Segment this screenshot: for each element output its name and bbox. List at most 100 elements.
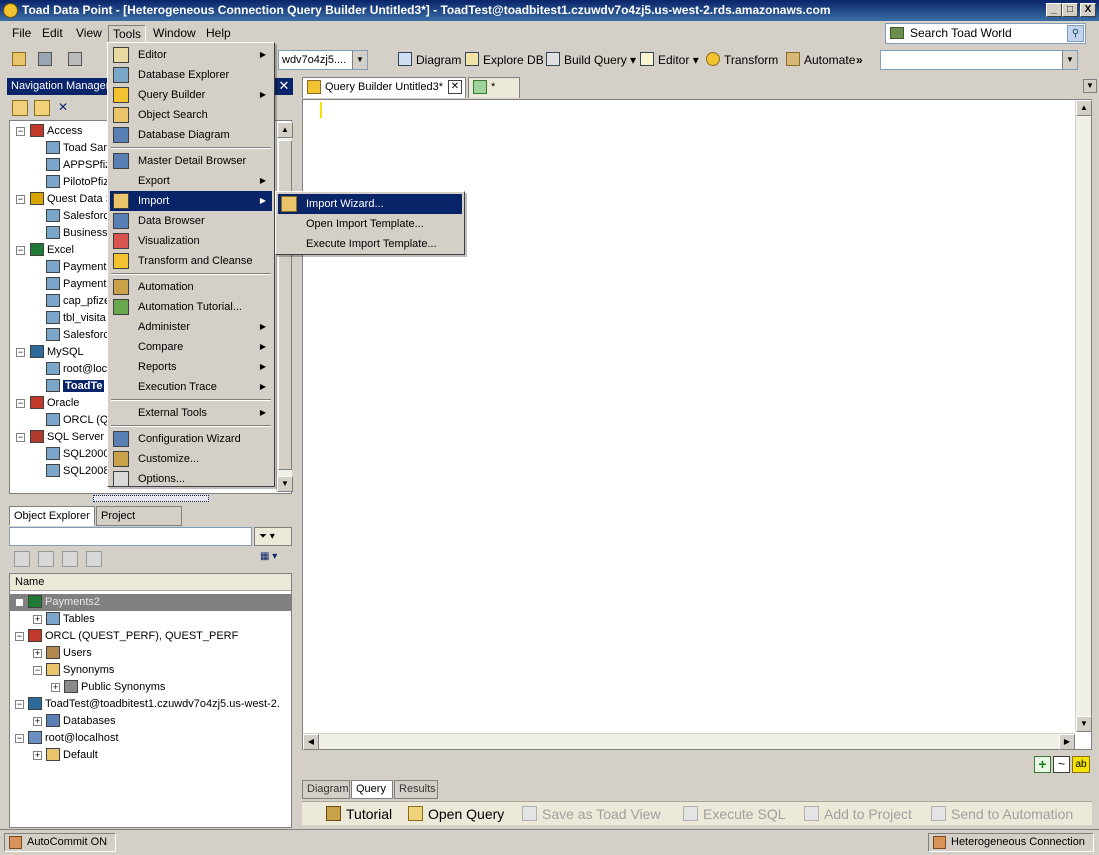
menu-item-automation-tutorial[interactable]: Automation Tutorial... [110, 297, 272, 317]
scroll-down-icon[interactable]: ▼ [277, 476, 293, 492]
submenu-item-open-import-template[interactable]: Open Import Template... [278, 214, 462, 234]
tutorial-button[interactable]: Tutorial [326, 804, 392, 824]
close-tab-icon[interactable]: ✕ [448, 80, 462, 94]
object-node[interactable]: − ORCL (QUEST_PERF), QUEST_PERF [15, 628, 238, 645]
tree-group[interactable]: − Access [16, 123, 82, 140]
tab-list-icon[interactable]: ▼ [1083, 79, 1097, 93]
menu-view[interactable]: View [72, 25, 106, 43]
tab-query-builder-untitled3[interactable]: Query Builder Untitled3* ✕ [302, 77, 466, 98]
filter-icon[interactable]: ⏷ ▾ [254, 527, 292, 546]
expand-icon[interactable]: + [33, 717, 42, 726]
collapse-icon[interactable]: − [15, 734, 24, 743]
tree-item[interactable]: cap_pfize [46, 293, 110, 310]
collapse-icon[interactable]: − [16, 127, 25, 136]
menu-item-import[interactable]: Import ▶ [110, 191, 272, 211]
open-query-button[interactable]: Open Query [408, 804, 504, 824]
object-child[interactable]: + Default [33, 747, 98, 764]
explore-db-button[interactable]: Explore DB [465, 51, 544, 69]
tree-group[interactable]: − Quest Data S [16, 191, 113, 208]
tree-item[interactable]: Payment [46, 276, 106, 293]
search-icon[interactable]: ⚲ [1067, 25, 1084, 42]
tree-item[interactable]: PilotoPfiz [46, 174, 109, 191]
disconnect-icon[interactable]: ✕ [58, 100, 74, 116]
scroll-right-icon[interactable]: ▶ [1059, 734, 1075, 750]
menu-item-options[interactable]: Options... [110, 469, 272, 489]
menu-item-master-detail-browser[interactable]: Master Detail Browser [110, 151, 272, 171]
menu-item-external-tools[interactable]: External Tools ▶ [110, 403, 272, 423]
tab-results[interactable]: Results [394, 780, 438, 799]
tree-item[interactable]: Business [46, 225, 108, 242]
horizontal-scrollbar[interactable]: ◀ ▶ [303, 733, 1075, 750]
menu-help[interactable]: Help [202, 25, 235, 43]
chevron-down-icon[interactable]: ▼ [352, 51, 367, 69]
connection-combo[interactable]: wdv7o4zj5.... ▼ [278, 50, 368, 70]
tree-item[interactable]: Salesforc [46, 208, 109, 225]
collapse-icon[interactable]: − [15, 700, 24, 709]
tree-item[interactable]: APPSPfiz [46, 157, 111, 174]
view-mode-icon[interactable]: ▦ ▾ [260, 551, 288, 567]
open-file-icon[interactable] [12, 51, 30, 69]
expand-icon[interactable]: + [33, 649, 42, 658]
tab-untitled-star[interactable]: * [468, 77, 520, 98]
properties-icon[interactable] [62, 551, 78, 567]
object-node[interactable]: − root@localhost [15, 730, 119, 747]
automate-button[interactable]: Automate [786, 51, 855, 69]
submenu-item-execute-import-template[interactable]: Execute Import Template... [278, 234, 462, 254]
tree-item[interactable]: Toad Sar [46, 140, 107, 157]
new-object-icon[interactable] [14, 551, 30, 567]
menu-item-reports[interactable]: Reports ▶ [110, 357, 272, 377]
tab-diagram[interactable]: Diagram [302, 780, 350, 799]
chevron-down-icon[interactable]: ▼ [1062, 51, 1077, 69]
delete-object-icon[interactable] [86, 551, 102, 567]
tree-group[interactable]: − Oracle [16, 395, 79, 412]
tree-item[interactable]: Salesforc [46, 327, 109, 344]
object-child[interactable]: + Users [33, 645, 92, 662]
menu-item-visualization[interactable]: Visualization [110, 231, 272, 251]
tree-item[interactable]: ToadTe [46, 378, 105, 395]
connection-status[interactable]: Heterogeneous Connection ▾ [928, 833, 1094, 855]
menu-item-export[interactable]: Export ▶ [110, 171, 272, 191]
autocommit-toggle[interactable]: AutoCommit ON ▾ [4, 833, 116, 855]
name-column-header[interactable]: Name [10, 574, 291, 591]
tab-query[interactable]: Query [351, 780, 393, 799]
menu-edit[interactable]: Edit [38, 25, 67, 43]
menu-item-editor[interactable]: Editor ▶ [110, 45, 272, 65]
new-group-icon[interactable] [34, 100, 50, 116]
vertical-scrollbar[interactable]: ▲ ▼ [1075, 100, 1092, 732]
tree-group[interactable]: − SQL Server [16, 429, 104, 446]
edit-object-icon[interactable] [38, 551, 54, 567]
build-query-button[interactable]: Build Query ▾ [546, 51, 636, 69]
object-child[interactable]: − Synonyms [33, 662, 114, 679]
nav-scrollbar[interactable]: ▲ ▼ [276, 122, 293, 492]
menu-item-compare[interactable]: Compare ▶ [110, 337, 272, 357]
toolbar-overflow-icon[interactable]: » [856, 51, 863, 69]
object-child[interactable]: + Tables [33, 611, 95, 628]
tree-item[interactable]: root@loca [46, 361, 113, 378]
collapse-icon[interactable]: − [16, 399, 25, 408]
tree-item[interactable]: SQL2000 [46, 446, 109, 463]
expand-icon[interactable]: + [33, 615, 42, 624]
menu-item-object-search[interactable]: Object Search [110, 105, 272, 125]
add-to-project-button[interactable]: Add to Project [804, 804, 912, 824]
close-window-button[interactable]: X [1080, 3, 1096, 17]
object-node[interactable]: − ToadTest@toadbitest1.czuwdv7o4zj5.us-we… [15, 696, 280, 713]
menu-item-database-diagram[interactable]: Database Diagram [110, 125, 272, 145]
tab-project-manager[interactable]: Project Manager [96, 506, 182, 540]
collapse-icon[interactable]: − [15, 598, 24, 607]
diagram-button[interactable]: Diagram [398, 51, 461, 69]
close-icon[interactable]: ✕ [277, 79, 291, 93]
add-icon[interactable]: + [1034, 756, 1051, 773]
save-icon[interactable] [38, 51, 56, 69]
transform-button[interactable]: Transform [706, 51, 778, 69]
collapse-icon[interactable]: − [15, 632, 24, 641]
collapse-icon[interactable]: − [16, 246, 25, 255]
tab-object-explorer[interactable]: Object Explorer [9, 506, 95, 526]
splitter-handle[interactable] [93, 495, 209, 502]
scroll-left-icon[interactable]: ◀ [303, 734, 319, 750]
maximize-button[interactable]: □ [1062, 3, 1078, 17]
menu-item-automation[interactable]: Automation [110, 277, 272, 297]
object-child[interactable]: + Databases [33, 713, 116, 730]
object-filter-input[interactable] [9, 527, 252, 546]
object-child[interactable]: + Public Synonyms [51, 679, 165, 696]
expand-icon[interactable]: + [33, 751, 42, 760]
